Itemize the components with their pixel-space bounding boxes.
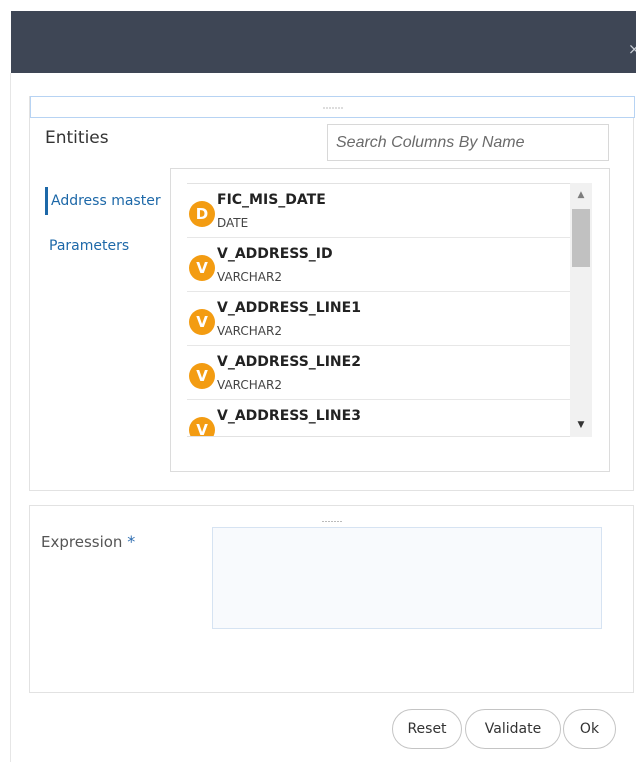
expression-panel: Expression * bbox=[29, 505, 634, 693]
required-asterisk: * bbox=[127, 532, 136, 551]
column-name: V_ADDRESS_LINE2 bbox=[217, 354, 361, 370]
column-name: V_ADDRESS_LINE3 bbox=[217, 408, 361, 424]
scroll-down-icon[interactable]: ▼ bbox=[570, 415, 592, 435]
column-item[interactable]: V V_ADDRESS_LINE3 bbox=[187, 400, 570, 436]
varchar-type-icon: V bbox=[189, 255, 215, 281]
dialog-titlebar: × bbox=[11, 11, 636, 73]
panel-resize-handle[interactable] bbox=[30, 96, 635, 118]
expression-label: Expression * bbox=[41, 532, 135, 551]
nav-item-address-master[interactable]: Address master bbox=[45, 187, 169, 215]
ok-button[interactable]: Ok bbox=[563, 709, 616, 749]
expression-textarea[interactable] bbox=[212, 527, 602, 629]
date-type-icon: D bbox=[189, 201, 215, 227]
entities-panel: Entities Address master Parameters D FIC… bbox=[29, 96, 635, 491]
column-name: V_ADDRESS_ID bbox=[217, 246, 333, 262]
column-type: VARCHAR2 bbox=[217, 270, 282, 284]
column-name: V_ADDRESS_LINE1 bbox=[217, 300, 361, 316]
scroll-up-icon[interactable]: ▲ bbox=[570, 185, 592, 205]
column-item[interactable]: D FIC_MIS_DATE DATE bbox=[187, 184, 570, 238]
varchar-type-icon: V bbox=[189, 309, 215, 335]
column-type: VARCHAR2 bbox=[217, 324, 282, 338]
column-type: VARCHAR2 bbox=[217, 378, 282, 392]
columns-list[interactable]: D FIC_MIS_DATE DATE V V_ADDRESS_ID VARCH… bbox=[187, 183, 570, 437]
expression-label-text: Expression bbox=[41, 533, 123, 551]
varchar-type-icon: V bbox=[189, 417, 215, 436]
validate-button[interactable]: Validate bbox=[465, 709, 561, 749]
column-item[interactable]: V V_ADDRESS_ID VARCHAR2 bbox=[187, 238, 570, 292]
column-type: DATE bbox=[217, 216, 249, 230]
reset-button[interactable]: Reset bbox=[392, 709, 462, 749]
varchar-type-icon: V bbox=[189, 363, 215, 389]
search-columns-input[interactable] bbox=[327, 124, 609, 161]
column-name: FIC_MIS_DATE bbox=[217, 192, 326, 208]
frame-border bbox=[10, 73, 11, 762]
entities-title: Entities bbox=[45, 128, 109, 148]
column-item[interactable]: V V_ADDRESS_LINE2 VARCHAR2 bbox=[187, 346, 570, 400]
nav-item-parameters[interactable]: Parameters bbox=[45, 232, 129, 260]
column-item[interactable]: V V_ADDRESS_LINE1 VARCHAR2 bbox=[187, 292, 570, 346]
columns-scrollbar[interactable]: ▲ ▼ bbox=[570, 183, 592, 437]
close-icon[interactable]: × bbox=[628, 42, 636, 57]
columns-card: D FIC_MIS_DATE DATE V V_ADDRESS_ID VARCH… bbox=[170, 168, 610, 472]
grip-icon bbox=[322, 98, 343, 117]
scroll-thumb[interactable] bbox=[572, 209, 590, 267]
